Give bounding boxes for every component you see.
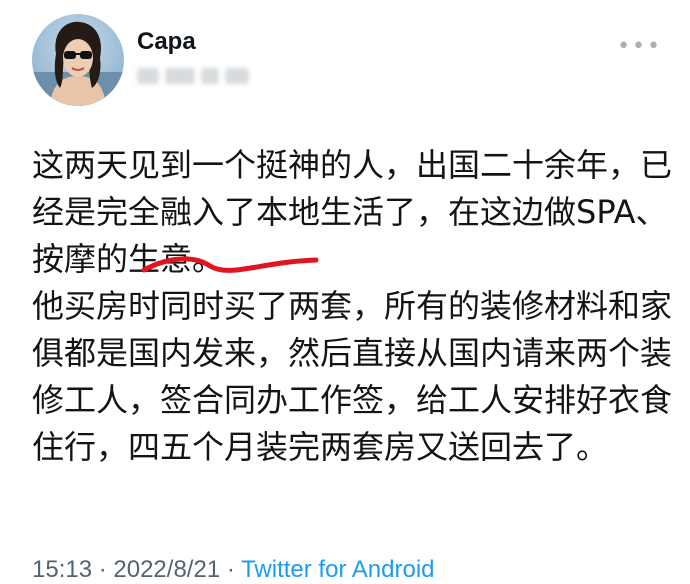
user-handle[interactable]	[137, 64, 257, 88]
meta-separator: ·	[92, 556, 114, 583]
display-name[interactable]: Capa	[137, 28, 196, 56]
tweet-paragraph-1: 这两天见到一个挺神的人，出国二十余年，已经是完全融入了本地生活了，在这边做SPA…	[32, 146, 673, 278]
tweet-time[interactable]: 15:13	[32, 556, 92, 583]
avatar-photo	[32, 21, 124, 106]
tweet-meta: 15:13 · 2022/8/21 · Twitter for Android	[32, 556, 435, 584]
tweet-paragraph-2: 他买房时同时买了两套，所有的装修材料和家俱都是国内发来，然后直接从国内请来两个装…	[32, 287, 673, 466]
tweet-source-link[interactable]: Twitter for Android	[241, 556, 434, 583]
handle-redaction	[201, 68, 219, 84]
tweet-text: 这两天见到一个挺神的人，出国二十余年，已经是完全融入了本地生活了，在这边做SPA…	[32, 142, 672, 471]
avatar[interactable]	[32, 14, 124, 106]
handle-redaction	[137, 68, 159, 84]
more-options-icon[interactable]: •••	[617, 34, 662, 59]
tweet-date[interactable]: 2022/8/21	[113, 556, 220, 583]
handle-redaction	[165, 68, 195, 84]
handle-redaction	[225, 68, 249, 84]
meta-separator: ·	[220, 556, 242, 583]
